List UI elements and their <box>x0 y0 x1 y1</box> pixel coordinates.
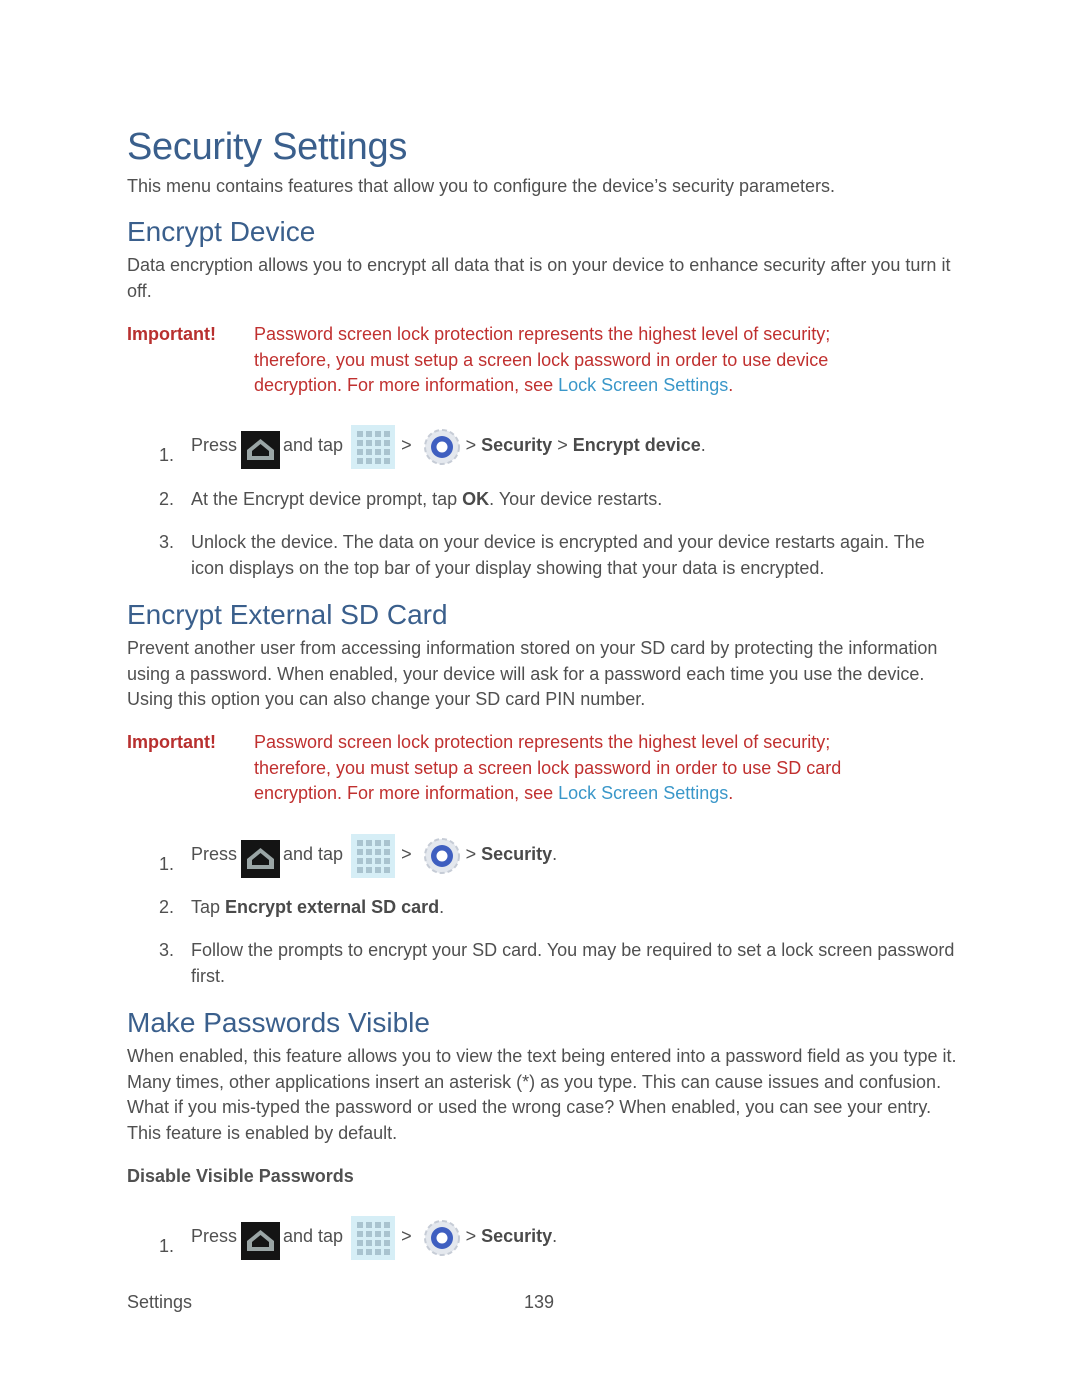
passwords-visible-body: When enabled, this feature allows you to… <box>127 1046 957 1144</box>
apps-grid-icon <box>351 1216 396 1260</box>
encrypt-device-label: Encrypt device <box>572 435 701 455</box>
home-key-icon <box>241 431 281 469</box>
important-text: Password screen lock protection represen… <box>254 732 842 804</box>
home-key-icon <box>241 840 281 878</box>
encrypt-sd-body: Prevent another user from accessing info… <box>127 638 938 710</box>
footer-section: Settings <box>127 1292 193 1312</box>
lock-screen-settings-link[interactable]: Lock Screen Settings <box>558 783 728 803</box>
apps-grid-icon <box>351 834 396 878</box>
heading-make-passwords-visible: Make Passwords Visible <box>127 1007 430 1038</box>
important-label: Important! <box>127 324 216 344</box>
important-text: Password screen lock protection represen… <box>254 324 831 396</box>
intro-text: This menu contains features that allow y… <box>127 176 836 196</box>
subheading-disable-visible-passwords: Disable Visible Passwords <box>127 1166 354 1186</box>
settings-gear-icon <box>422 427 462 469</box>
encrypt-device-body: Data encryption allows you to encrypt al… <box>127 255 951 301</box>
settings-gear-icon <box>422 836 462 878</box>
footer-page-number: 139 <box>524 1292 555 1312</box>
settings-gear-icon <box>422 1218 462 1260</box>
security-label: Security <box>481 435 553 455</box>
apps-grid-icon <box>351 425 396 469</box>
security-label: Security <box>481 844 553 864</box>
heading-encrypt-sd-card: Encrypt External SD Card <box>127 599 448 630</box>
security-label: Security <box>481 1226 553 1246</box>
home-key-icon <box>241 1222 281 1260</box>
heading-encrypt-device: Encrypt Device <box>127 216 316 247</box>
important-label: Important! <box>127 732 216 752</box>
lock-screen-settings-link[interactable]: Lock Screen Settings <box>558 375 728 395</box>
page-title: Security Settings <box>127 126 408 168</box>
